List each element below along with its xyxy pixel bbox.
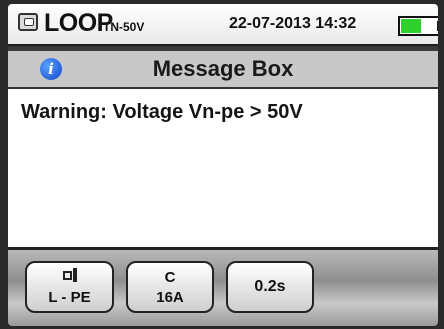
battery-icon bbox=[398, 16, 438, 36]
message-box-header: i Message Box bbox=[8, 51, 438, 89]
test-type-label: L - PE bbox=[48, 289, 91, 306]
trip-time-label: 0.2s bbox=[254, 278, 286, 295]
fuse-current-label: 16A bbox=[156, 289, 184, 306]
mode-subtype: TN-50V bbox=[103, 20, 145, 34]
socket-icon bbox=[18, 13, 38, 31]
status-bar: LOOP TN-50V 22-07-2013 14:32 bbox=[8, 4, 438, 46]
fuse-type-label: C bbox=[164, 269, 176, 286]
trip-time-button[interactable]: 0.2s bbox=[226, 261, 314, 313]
fuse-rating-button[interactable]: C 16A bbox=[126, 261, 214, 313]
instrument-screen: LOOP TN-50V 22-07-2013 14:32 i Message B… bbox=[8, 4, 438, 326]
warning-message: Warning: Voltage Vn-pe > 50V bbox=[21, 101, 303, 123]
battery-level bbox=[401, 19, 421, 33]
message-box-body: Warning: Voltage Vn-pe > 50V bbox=[8, 89, 438, 250]
date-time: 22-07-2013 14:32 bbox=[229, 15, 357, 32]
battery-tip bbox=[437, 21, 438, 31]
plug-icon bbox=[63, 268, 77, 283]
softkey-bar: L - PE C 16A 0.2s bbox=[8, 250, 438, 326]
test-type-button[interactable]: L - PE bbox=[25, 261, 114, 313]
message-box-title: Message Box bbox=[152, 56, 294, 81]
